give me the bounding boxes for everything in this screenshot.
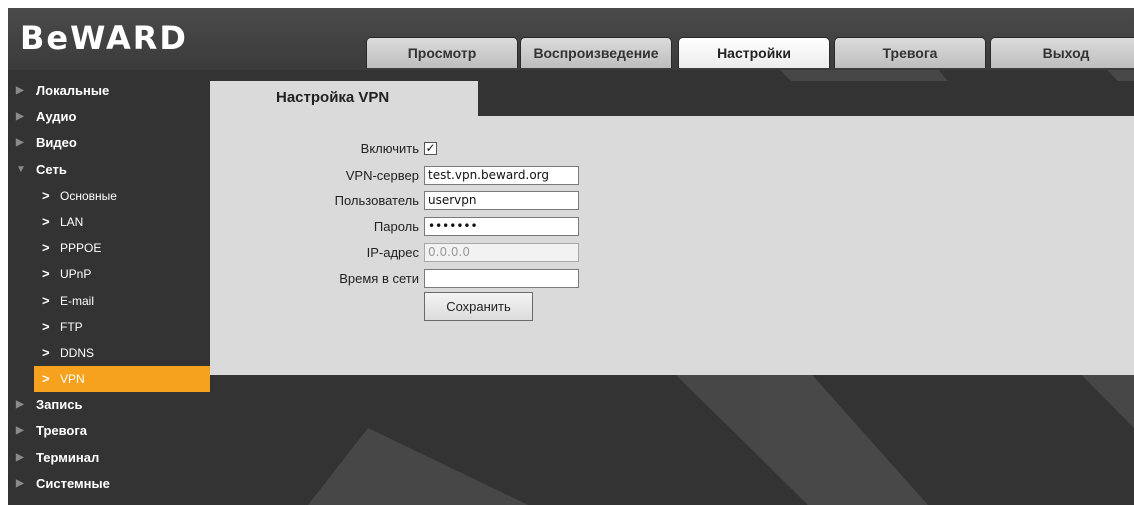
sidebar-item-local[interactable]: ▶ Локальные xyxy=(8,78,210,104)
enable-row: Включить ✓ xyxy=(210,138,1134,160)
sidebar-item-label: LAN xyxy=(60,214,84,229)
chevron-right-icon: > xyxy=(42,292,50,308)
sidebar-item-lan[interactable]: > LAN xyxy=(8,209,210,235)
chevron-right-icon: > xyxy=(42,266,50,282)
username-input[interactable]: uservpn xyxy=(424,191,579,210)
sidebar-item-label: Локальные xyxy=(36,83,110,98)
triangle-right-icon: ▶ xyxy=(16,85,24,96)
server-label: VPN-сервер xyxy=(345,168,419,183)
sidebar-item-pppoe[interactable]: > PPPOE xyxy=(8,235,210,261)
chevron-right-icon: > xyxy=(42,187,50,203)
chevron-right-icon: > xyxy=(42,371,50,387)
ip-label: IP-адрес xyxy=(366,245,419,260)
sidebar-item-upnp[interactable]: > UPnP xyxy=(8,261,210,287)
sidebar-item-label: Основные xyxy=(60,188,117,203)
uptime-input[interactable] xyxy=(424,269,579,288)
sidebar-item-basic[interactable]: > Основные xyxy=(8,183,210,209)
triangle-right-icon: ▶ xyxy=(16,477,24,489)
sidebar-item-label: Запись xyxy=(36,397,83,413)
tab-playback[interactable]: Воспроизведение xyxy=(520,37,672,68)
triangle-right-icon: ▶ xyxy=(16,425,24,437)
sidebar-item-label: Аудио xyxy=(36,109,77,125)
tab-alarm[interactable]: Тревога xyxy=(834,37,986,68)
sidebar-item-alarm[interactable]: ▶ Тревога xyxy=(8,418,210,444)
chevron-right-icon: > xyxy=(42,318,50,334)
brand-logo: BeWARD xyxy=(20,19,188,57)
app-window: BeWARD Просмотр Воспроизведение Настройк… xyxy=(8,8,1134,505)
tab-logout[interactable]: Выход xyxy=(990,37,1134,68)
triangle-right-icon: ▶ xyxy=(16,137,24,149)
content-tab: Настройка VPN xyxy=(210,81,478,116)
chevron-right-icon: > xyxy=(42,213,50,229)
sidebar-item-label: FTP xyxy=(60,319,83,334)
triangle-down-icon: ▼ xyxy=(16,163,26,175)
sidebar-item-label: Видео xyxy=(36,135,77,151)
sidebar-item-label: PPPOE xyxy=(60,241,102,256)
sidebar-item-label: UPnP xyxy=(60,267,92,282)
user-row: Пользователь uservpn xyxy=(210,190,1134,212)
sidebar-item-label: Сеть xyxy=(36,161,67,177)
sidebar-item-ddns[interactable]: > DDNS xyxy=(8,340,210,366)
sidebar-item-label: Системные xyxy=(36,475,110,491)
sidebar-item-system[interactable]: ▶ Системные xyxy=(8,471,210,497)
ip-address-input: 0.0.0.0 xyxy=(424,243,579,262)
enable-label: Включить xyxy=(360,141,419,156)
triangle-right-icon: ▶ xyxy=(16,451,24,463)
password-input[interactable]: ••••••• xyxy=(424,217,579,236)
sidebar-item-label: DDNS xyxy=(60,345,95,360)
chevron-right-icon: > xyxy=(42,344,50,360)
page-title: Настройка VPN xyxy=(276,89,390,106)
content-header-fill xyxy=(478,81,1134,116)
triangle-right-icon: ▶ xyxy=(16,399,24,411)
save-button[interactable]: Сохранить xyxy=(424,292,533,321)
sidebar-item-video[interactable]: ▶ Видео xyxy=(8,130,210,156)
tab-view[interactable]: Просмотр xyxy=(366,37,518,68)
sidebar-item-label: Тревога xyxy=(36,423,88,439)
password-row: Пароль ••••••• xyxy=(210,216,1134,238)
chevron-right-icon: > xyxy=(42,240,50,256)
tab-settings[interactable]: Настройки xyxy=(678,37,830,68)
ip-row: IP-адрес 0.0.0.0 xyxy=(210,242,1134,264)
sidebar-item-label: E-mail xyxy=(60,293,95,308)
triangle-right-icon: ▶ xyxy=(16,111,24,123)
sidebar-item-label: Терминал xyxy=(36,449,100,465)
sidebar-item-record[interactable]: ▶ Запись xyxy=(8,392,210,418)
sidebar-item-email[interactable]: > E-mail xyxy=(8,288,210,314)
sidebar: ▶ Локальные ▶ Аудио ▶ Видео ▼ Сеть > Осн… xyxy=(8,78,210,497)
uptime-row: Время в сети xyxy=(210,268,1134,290)
sidebar-item-audio[interactable]: ▶ Аудио xyxy=(8,104,210,130)
uptime-label: Время в сети xyxy=(339,271,419,286)
server-row: VPN-сервер test.vpn.beward.org xyxy=(210,165,1134,187)
password-label: Пароль xyxy=(373,219,419,234)
enable-checkbox[interactable]: ✓ xyxy=(424,142,437,155)
header: BeWARD Просмотр Воспроизведение Настройк… xyxy=(8,8,1134,70)
sidebar-item-ftp[interactable]: > FTP xyxy=(8,314,210,340)
content-panel: Настройка VPN Включить ✓ VPN-сервер test… xyxy=(210,81,1134,375)
sidebar-item-vpn[interactable]: > VPN xyxy=(34,366,210,393)
sidebar-item-label: VPN xyxy=(60,372,85,387)
user-label: Пользователь xyxy=(334,193,419,208)
sidebar-item-network[interactable]: ▼ Сеть xyxy=(8,157,210,183)
sidebar-item-terminal[interactable]: ▶ Терминал xyxy=(8,445,210,471)
vpn-server-input[interactable]: test.vpn.beward.org xyxy=(424,166,579,185)
